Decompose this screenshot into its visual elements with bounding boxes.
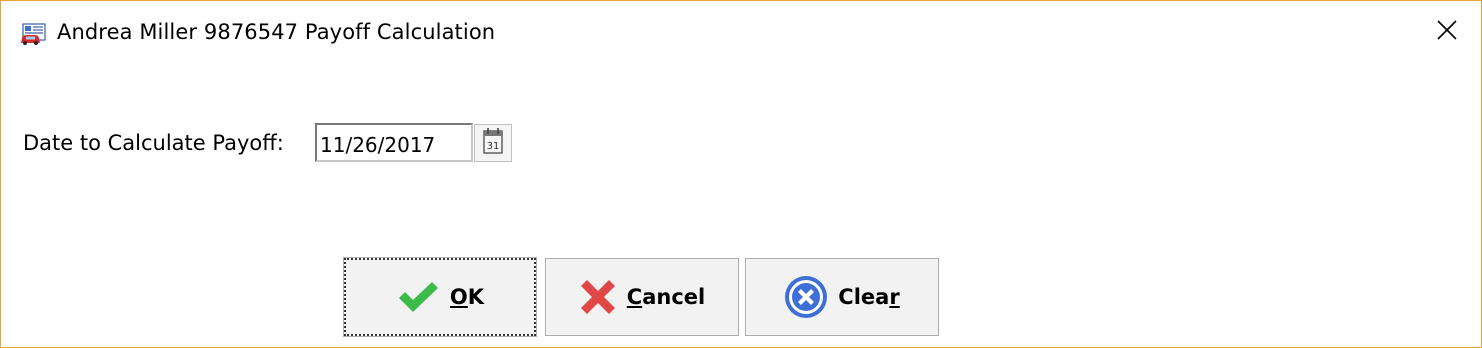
check-icon (396, 280, 440, 314)
date-to-calculate-label: Date to Calculate Payoff: (23, 131, 284, 155)
calendar-day-text: 31 (487, 141, 500, 152)
ok-label: OK (449, 285, 485, 309)
clear-circle-icon (784, 275, 828, 319)
clear-label: Clear (838, 285, 900, 309)
cancel-label: Cancel (626, 285, 706, 309)
cancel-button[interactable]: Cancel (545, 258, 739, 336)
payoff-dialog: Andrea Miller 9876547 Payoff Calculation… (0, 0, 1482, 348)
payoff-date-input[interactable] (315, 123, 473, 162)
clear-button[interactable]: Clear (745, 258, 939, 336)
title-bar[interactable]: Andrea Miller 9876547 Payoff Calculation (1, 1, 1481, 65)
calendar-icon: 31 (482, 127, 504, 159)
window-title: Andrea Miller 9876547 Payoff Calculation (57, 20, 496, 44)
calendar-button[interactable]: 31 (474, 124, 512, 162)
close-icon (1437, 20, 1457, 44)
x-icon (579, 278, 617, 316)
ok-button[interactable]: OK (344, 258, 536, 336)
close-button[interactable] (1427, 13, 1467, 51)
car-document-icon (20, 23, 48, 45)
